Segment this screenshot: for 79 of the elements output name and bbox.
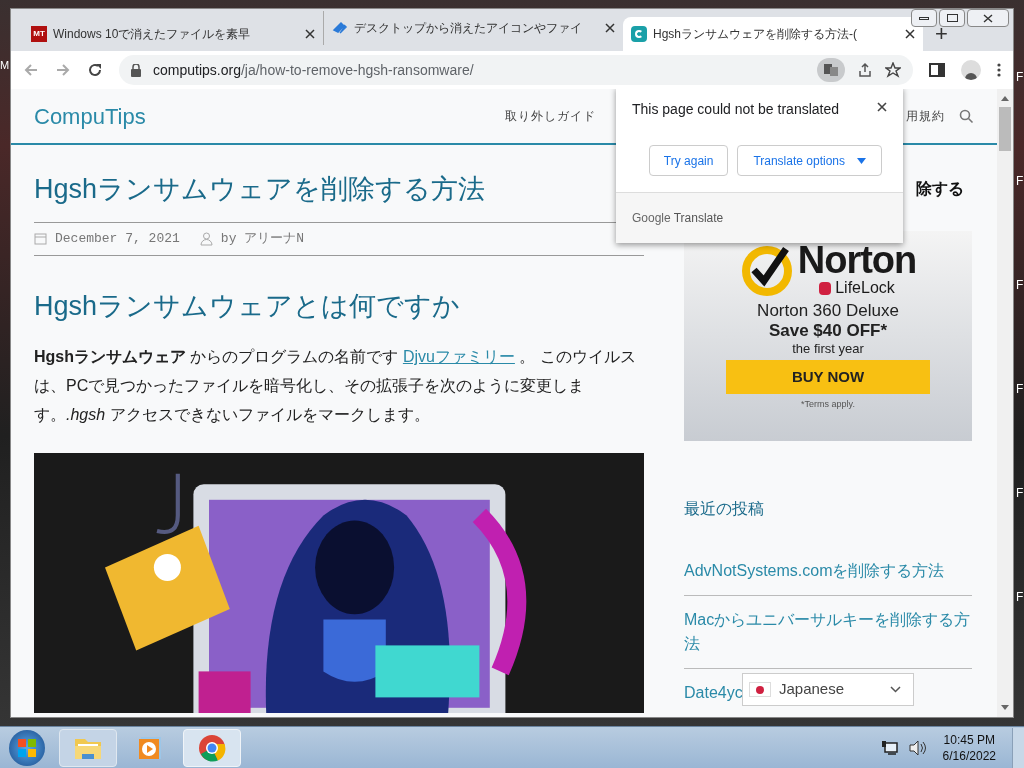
nav-link[interactable]: 取り外しガイド	[505, 107, 596, 125]
google-wordmark: Google	[632, 210, 671, 227]
caret-icon	[857, 157, 866, 164]
site-favicon-icon: MT	[31, 26, 47, 42]
site-logo[interactable]: CompuTips	[34, 99, 146, 133]
clock-date[interactable]: 6/16/2022	[942, 747, 996, 764]
side-panel-icon[interactable]	[929, 62, 945, 78]
sidebar-heading: 除する	[916, 179, 964, 199]
clock-time[interactable]: 10:45 PM	[943, 731, 995, 748]
windows-logo-icon	[18, 738, 36, 757]
calendar-icon	[34, 232, 47, 245]
desktop-icon-label: F	[1016, 69, 1024, 86]
ad-product: Norton 360 Deluxe	[757, 301, 899, 321]
desktop-icon-label: F	[1016, 381, 1024, 398]
new-tab-button[interactable]: +	[935, 23, 948, 45]
profile-icon[interactable]	[961, 60, 981, 80]
desktop-icon-label: F	[1016, 589, 1024, 606]
desktop-icon-label: F	[1016, 173, 1024, 190]
scroll-up-icon[interactable]	[1001, 95, 1009, 101]
buy-now-button[interactable]: BUY NOW	[726, 360, 930, 394]
url-text: computips.org/ja/how-to-remove-hgsh-ransomware/	[153, 60, 475, 80]
maximize-button[interactable]	[939, 9, 965, 27]
desktop-icon-label: F	[1016, 277, 1024, 294]
post-date: December 7, 2021	[55, 229, 180, 248]
article-link[interactable]: Djvuファミリー	[402, 348, 515, 365]
start-button[interactable]	[9, 729, 45, 766]
popup-message: This page could not be translated	[632, 100, 841, 119]
chevron-down-icon	[890, 686, 901, 693]
browser-tab[interactable]: MT Windows 10で消えたファイルを素早	[23, 17, 323, 51]
close-icon[interactable]	[305, 29, 315, 39]
scrollbar-thumb[interactable]	[999, 107, 1011, 151]
chrome-icon	[198, 733, 226, 762]
popup-footer-text: Translate	[673, 210, 724, 227]
language-name: Japanese	[779, 679, 846, 700]
close-icon[interactable]	[905, 29, 915, 39]
sidebar-heading: 最近の投稿	[684, 499, 765, 519]
close-icon[interactable]	[605, 23, 615, 33]
share-icon[interactable]	[857, 62, 873, 78]
site-favicon-icon	[631, 26, 647, 42]
search-icon[interactable]	[959, 108, 974, 124]
recent-post-link[interactable]: Date4yc	[684, 681, 743, 705]
network-icon[interactable]	[880, 739, 899, 756]
tab-title: デスクトップから消えたアイコンやファイ	[354, 20, 583, 37]
ad-offer: Save $40 OFF*	[768, 321, 888, 341]
address-bar[interactable]: computips.org/ja/how-to-remove-hgsh-ransomware/	[119, 55, 913, 85]
speaker-icon[interactable]	[908, 739, 927, 756]
star-icon[interactable]	[885, 62, 901, 78]
ad-offer-note: the first year	[792, 341, 864, 356]
taskbar-button[interactable]	[59, 728, 117, 767]
tab-title: Hgshランサムウェアを削除する方法-(	[653, 26, 858, 43]
ad-banner[interactable]: Norton LifeLock Norton 360 Deluxe Save $40 OFF* the first year BUY NOW *Terms apply.	[684, 231, 972, 441]
section-heading: Hgshランサムウェアとは何ですか	[34, 289, 462, 323]
tab-title: Windows 10で消えたファイルを素早	[53, 26, 252, 43]
menu-icon[interactable]	[997, 62, 1001, 78]
recent-post-link[interactable]: Macからユニバーサルキーを削除する方法	[684, 608, 972, 656]
close-icon	[983, 13, 993, 23]
minimize-button[interactable]	[911, 9, 937, 27]
taskbar-button[interactable]	[183, 728, 241, 767]
close-button[interactable]	[967, 9, 1009, 27]
scroll-down-icon[interactable]	[1001, 705, 1009, 711]
translate-options-button[interactable]: Translate options	[737, 145, 882, 176]
ad-brand: Norton	[797, 241, 917, 279]
desktop-icon-label: M	[0, 60, 10, 71]
translate-icon[interactable]	[817, 58, 845, 82]
nav-link[interactable]: 用規約	[906, 107, 945, 125]
ad-terms: *Terms apply.	[801, 398, 855, 411]
person-icon	[199, 231, 213, 246]
article-paragraph: Hgshランサムウェア からのプログラムの名前です Djvuファミリー 。 このウイルスは、PCで見つかったファイルを暗号化し、その拡張子を次のように変更します。.hgsh アクセスできないファイルをマークします。	[34, 347, 637, 425]
article-title: Hgshランサムウェアを削除する方法	[34, 173, 487, 206]
try-again-button[interactable]: Try again	[648, 145, 729, 176]
recent-post-link[interactable]: AdvNotSystems.comを削除する方法	[684, 559, 945, 583]
close-icon[interactable]	[877, 102, 887, 112]
ad-sub-brand: LifeLock	[835, 279, 895, 297]
desktop-icon-label: F	[1016, 485, 1024, 502]
japan-flag-icon	[749, 682, 771, 697]
post-author: by アリーナN	[220, 229, 305, 248]
browser-tab[interactable]: Hgshランサムウェアを削除する方法-(	[623, 17, 923, 51]
reload-icon[interactable]	[87, 62, 103, 78]
language-select[interactable]: Japanese	[742, 673, 914, 706]
